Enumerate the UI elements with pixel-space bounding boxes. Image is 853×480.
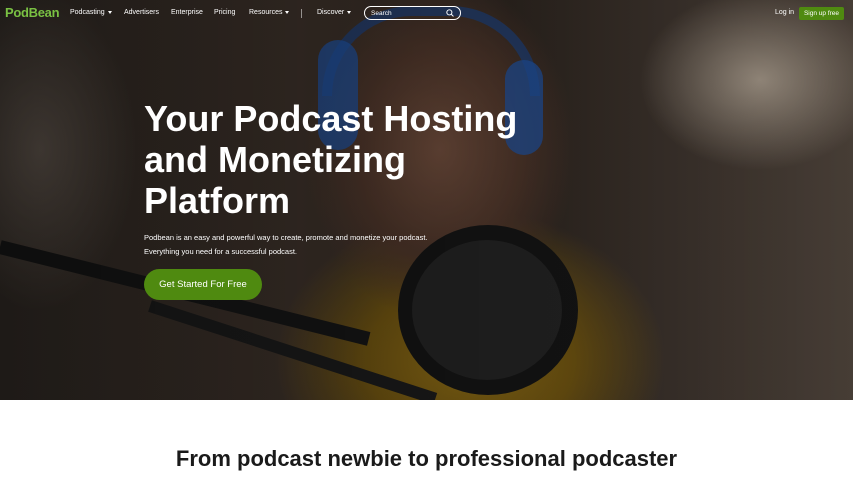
get-started-button[interactable]: Get Started For Free [144, 269, 262, 300]
nav-podcasting-label: Podcasting [70, 9, 105, 16]
nav-resources-label: Resources [249, 9, 283, 16]
nav-discover-label: Discover [317, 9, 345, 16]
podbean-logo[interactable]: PodBean [5, 5, 60, 20]
top-navigation: PodBean Podcasting Advertisers Enterpris… [0, 0, 853, 28]
chevron-down-icon [107, 10, 112, 14]
hero-subtext: Podbean is an easy and powerful way to c… [144, 233, 428, 256]
chevron-down-icon [285, 10, 290, 14]
section-title: From podcast newbie to professional podc… [175, 446, 678, 471]
nav-resources[interactable]: Resources [249, 9, 290, 16]
nav-enterprise[interactable]: Enterprise [171, 9, 203, 16]
signup-button[interactable]: Sign up free [799, 7, 844, 20]
chevron-down-icon [347, 10, 352, 14]
login-link[interactable]: Log in [775, 9, 794, 16]
search-box[interactable] [364, 6, 461, 20]
search-icon[interactable] [446, 9, 454, 17]
nav-discover[interactable]: Discover [317, 9, 352, 16]
nav-advertisers[interactable]: Advertisers [124, 9, 159, 16]
hero-headline: Your Podcast Hosting and Monetizing Plat… [144, 98, 518, 221]
nav-podcasting[interactable]: Podcasting [70, 9, 112, 16]
search-input[interactable] [371, 9, 441, 18]
nav-divider [301, 9, 302, 18]
nav-pricing[interactable]: Pricing [214, 9, 235, 16]
